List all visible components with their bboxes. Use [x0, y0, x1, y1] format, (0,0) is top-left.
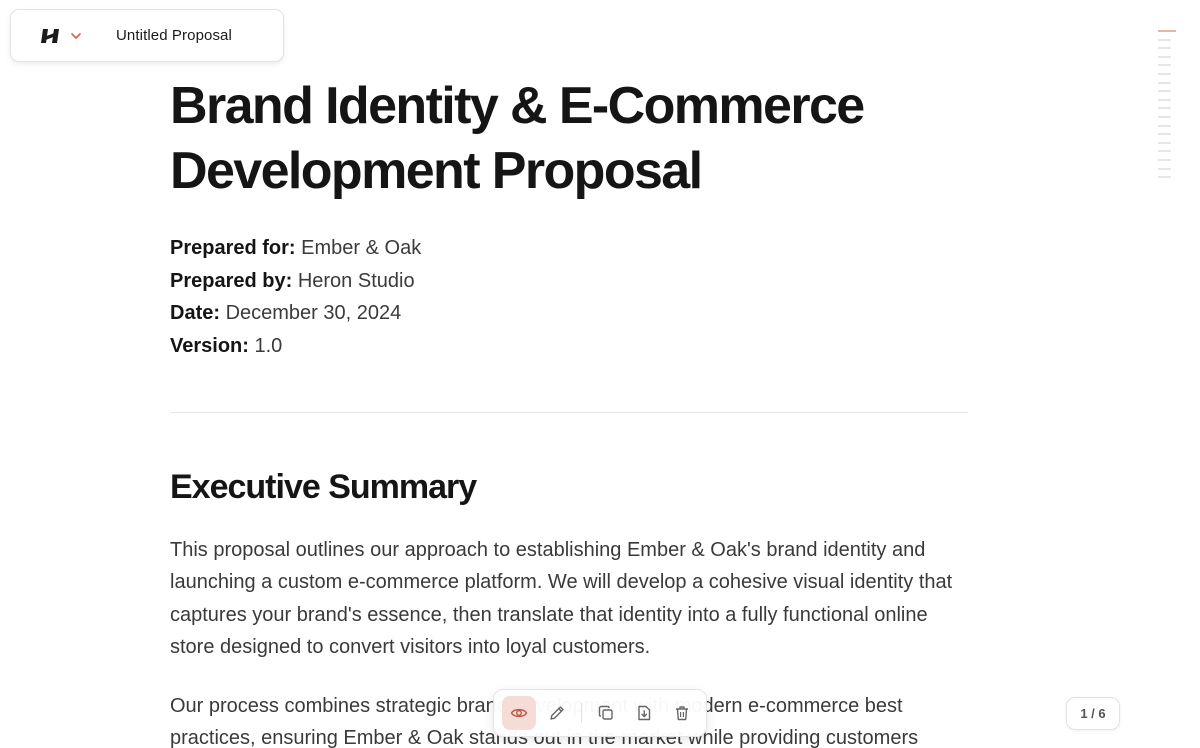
- edit-button[interactable]: [540, 696, 574, 730]
- heron-logo-icon: [41, 28, 59, 43]
- document-name[interactable]: Untitled Proposal: [116, 27, 232, 44]
- copy-icon: [598, 705, 613, 720]
- app-menu-button[interactable]: [11, 10, 82, 61]
- page-title: Brand Identity & E-Commerce Development …: [170, 74, 930, 204]
- section-heading: Executive Summary: [170, 468, 477, 506]
- outline-item[interactable]: [1158, 124, 1171, 127]
- preview-button[interactable]: [502, 696, 536, 730]
- outline-item[interactable]: [1158, 72, 1171, 75]
- section-divider: [170, 412, 968, 413]
- title-line-2: Development Proposal: [170, 142, 703, 200]
- outline-item[interactable]: [1158, 107, 1171, 110]
- document-outline[interactable]: [1158, 30, 1178, 185]
- outline-item[interactable]: [1158, 167, 1171, 170]
- outline-item[interactable]: [1158, 133, 1171, 136]
- outline-item[interactable]: [1158, 38, 1171, 41]
- download-icon: [638, 705, 651, 721]
- document-meta: Prepared for: Ember & Oak Prepared by: H…: [170, 232, 421, 362]
- meta-prepared-for: Prepared for: Ember & Oak: [170, 237, 422, 259]
- outline-item[interactable]: [1158, 158, 1171, 161]
- outline-item[interactable]: [1158, 81, 1171, 84]
- meta-date: Date: December 30, 2024: [170, 302, 402, 324]
- summary-paragraph-1: This proposal outlines our approach to e…: [170, 539, 953, 659]
- delete-button[interactable]: [665, 696, 699, 730]
- chevron-down-icon: [71, 32, 81, 39]
- block-toolbar: [493, 689, 707, 737]
- outline-item[interactable]: [1158, 64, 1171, 67]
- meta-prepared-by: Prepared by: Heron Studio: [170, 269, 415, 292]
- outline-item[interactable]: [1158, 47, 1171, 50]
- download-button[interactable]: [627, 696, 661, 730]
- duplicate-button[interactable]: [589, 696, 623, 730]
- app-header: Untitled Proposal: [10, 9, 284, 62]
- meta-version: Version: 1.0: [170, 334, 283, 357]
- toolbar-divider: [581, 703, 582, 723]
- trash-icon: [676, 706, 688, 721]
- outline-item[interactable]: [1158, 30, 1176, 32]
- outline-item[interactable]: [1158, 90, 1171, 93]
- outline-item[interactable]: [1158, 150, 1171, 153]
- outline-item[interactable]: [1158, 98, 1171, 101]
- outline-item[interactable]: [1158, 115, 1171, 118]
- outline-item[interactable]: [1158, 176, 1171, 179]
- outline-item[interactable]: [1158, 141, 1171, 144]
- page-counter[interactable]: 1 / 6: [1066, 697, 1120, 730]
- pencil-icon: [550, 706, 564, 720]
- outline-item[interactable]: [1158, 55, 1171, 58]
- eye-icon: [510, 708, 528, 718]
- title-line-1: Brand Identity & E-Commerce: [170, 77, 865, 135]
